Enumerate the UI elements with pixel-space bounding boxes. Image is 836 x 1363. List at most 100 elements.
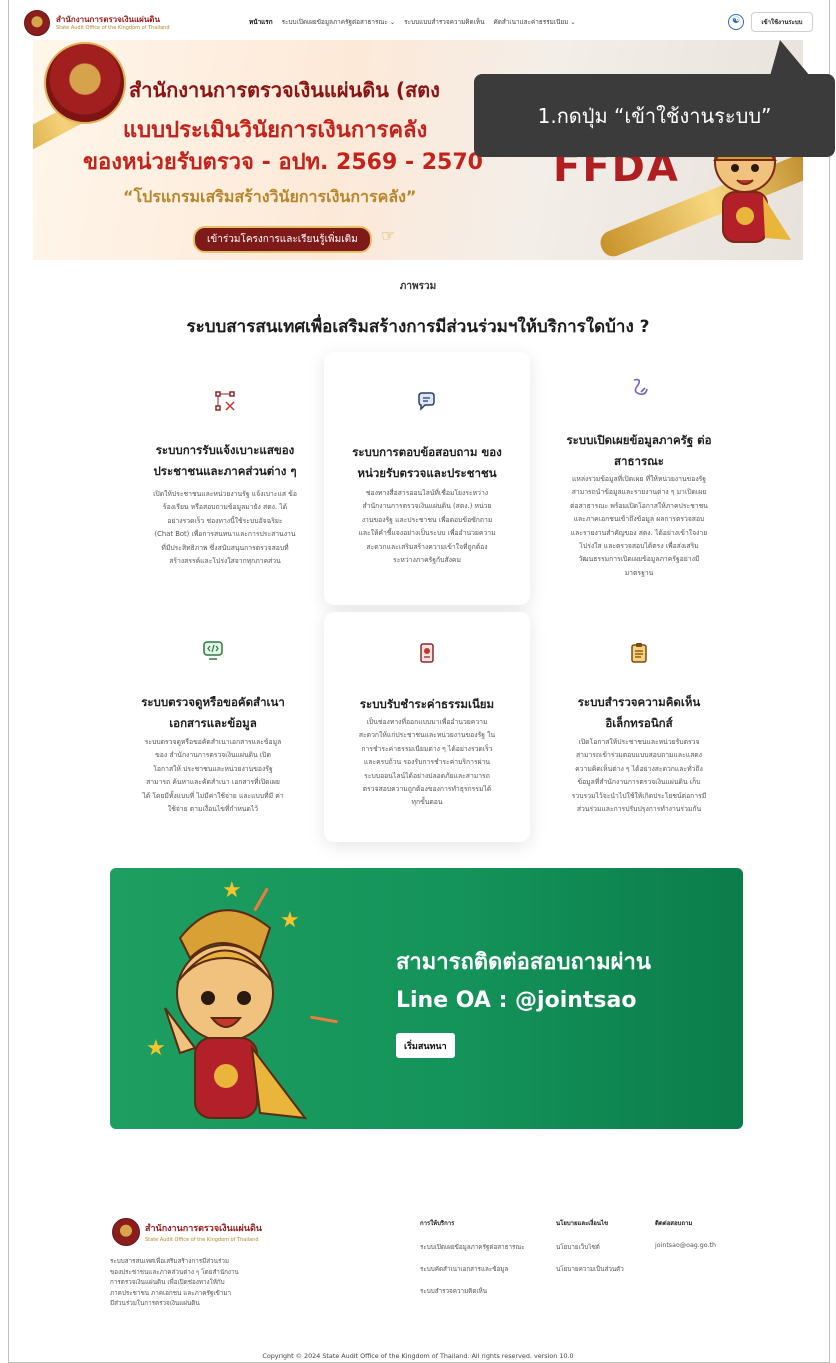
card-desc: ตรวจสอบความถูกต้องของการทำธุรกรรมได้	[362, 785, 492, 794]
accessibility-icon[interactable]: ☯	[728, 14, 744, 30]
banner-title: สำนักงานการตรวจเงินแผ่นดิน (สตง	[129, 78, 440, 102]
card-desc: วัฒนธรรมการเปิดเผยข้อมูลภาครัฐอย่างมี	[578, 555, 700, 564]
footer-logo[interactable]: สำนักงานการตรวจเงินแผ่นดิน State Audit O…	[112, 1218, 262, 1246]
card-desc: ช่องทางสื่อสารออนไลน์ที่เชื่อมโยงระหว่าง	[365, 489, 489, 497]
overview-title: ระบบสารสนเทศเพื่อเสริมสร้างการมีส่วนร่วม…	[186, 317, 650, 337]
logo-title-en: State Audit Office of the Kingdom of Tha…	[56, 24, 170, 31]
link-icon	[633, 378, 648, 395]
footer-policies: นโยบายและเงื่อนไข นโยบายเว็บไซต์ นโยบายค…	[556, 1218, 624, 1286]
footer-link-survey[interactable]: ระบบสำรวจความคิดเห็น	[420, 1286, 525, 1296]
card-title: ระบบเปิดเผยข้อมูลภาครัฐ ต่อ	[566, 433, 712, 447]
footer-desc-line: ระบบสารสนเทศเพื่อเสริมสร้างการมีส่วนร่วม	[110, 1258, 230, 1265]
footer-desc-line: ภาคประชาชน ภาคเอกชน และภาครัฐเข้ามา	[110, 1289, 232, 1297]
seal-icon	[112, 1218, 140, 1246]
banner-heading: แบบประเมินวินัยการเงินการคลัง	[123, 118, 428, 143]
card-desc: สร้างสรรค์และโปร่งใสจากทุกภาคส่วน	[169, 557, 281, 566]
card-desc: การชำระค่าธรรมเนียมต่าง ๆ ได้อย่างรวดเร็…	[361, 744, 493, 753]
footer-link-privacy-policy[interactable]: นโยบายความเป็นส่วนตัว	[556, 1264, 624, 1274]
card-desc: รวบรวมไว้จะนำไปใช้ให้เกิดประโยชน์ต่อการม…	[571, 791, 707, 800]
line-oa-title-line1: สามารถติดต่อสอบถามผ่าน	[396, 950, 651, 975]
card-title: ระบบตรวจดูหรือขอคัดสำเนา	[141, 695, 285, 709]
start-chat-button[interactable]: เริ่มสนทนา	[396, 1033, 455, 1058]
footer-link-copy-docs[interactable]: ระบบคัดสำเนาเอกสารและข้อมูล	[420, 1264, 525, 1274]
login-button[interactable]: เข้าใช้งานระบบ	[751, 12, 813, 32]
card-desc: ข้อมูลที่สำนักงานการตรวจเงินแผ่นดิน เก็บ	[577, 778, 701, 787]
card-desc: อย่างรวดเร็ว ช่องทางนี้ใช้ระบบอัจฉริยะ	[167, 516, 283, 525]
footer-desc-line: มีส่วนร่วมในการตรวจเงินแผ่นดิน	[110, 1300, 200, 1307]
footer-policy-heading: นโยบายและเงื่อนไข	[556, 1220, 609, 1227]
service-card-survey[interactable]: ระบบสำรวจความคิดเห็น อิเล็กทรอนิกส์ เปิด…	[536, 630, 742, 830]
banner-heading-2: ของหน่วยรับตรวจ - อปท. 2569 - 2570	[83, 150, 483, 175]
line-oa-title: สามารถติดต่อสอบถามผ่าน Line OA : @joints…	[396, 944, 651, 1020]
banner-subtitle: “โปรแกรมเสริมสร้างวินัยการเงินการคลัง”	[123, 187, 417, 206]
footer-link-open-data[interactable]: ระบบเปิดเผยข้อมูลภาครัฐต่อสาธารณะ	[420, 1242, 525, 1252]
service-card-open-data[interactable]: ระบบเปิดเผยข้อมูลภาครัฐ ต่อ สาธารณะ แหล่…	[536, 360, 742, 610]
card-desc: และภาคเอกชนเข้าถึงข้อมูล ผลการตรวจสอบ	[573, 515, 705, 524]
overview-label: ภาพรวม	[399, 281, 437, 292]
nav-open-data[interactable]: ระบบเปิดเผยข้อมูลภาครัฐต่อสาธารณะ ⌄	[282, 17, 396, 27]
card-desc: ของ สำนักงานการตรวจเงินแผ่นดิน เปิด	[155, 751, 271, 760]
chat-icon	[418, 392, 435, 411]
nav-copy-fee[interactable]: คัดสำเนาและค่าธรรมเนียม ⌄	[493, 17, 575, 27]
banner-join-button[interactable]: เข้าร่วมโครงการและเรียนรู้เพิ่มเติม	[193, 226, 372, 253]
card-title: ประชาชนและภาคส่วนต่าง ๆ	[153, 464, 297, 478]
footer-contact: ติดต่อสอบถาม jointsao@oag.go.th	[655, 1218, 716, 1261]
mascot-image	[164, 909, 308, 1120]
main-nav: หน้าแรก ระบบเปิดเผยข้อมูลภาครัฐต่อสาธารณ…	[249, 17, 576, 27]
seal-icon	[24, 10, 50, 36]
card-desc: สามารถเข้าร่วมตอบแบบสอบถามและแสดง	[576, 751, 702, 760]
clipboard-icon	[631, 643, 647, 663]
pointer-hand-icon: ☞	[381, 226, 396, 245]
footer-logo-en: State Audit Office of the Kingdom of Tha…	[145, 1237, 259, 1243]
footer-description: ระบบสารสนเทศเพื่อเสริมสร้างการมีส่วนร่วม…	[110, 1257, 270, 1310]
site-logo[interactable]: สำนักงานการตรวจเงินแผ่นดิน State Audit O…	[24, 10, 170, 36]
card-desc: ร้องเรียน หรือสอบถามข้อมูลมายัง สตง. ได้	[162, 503, 288, 512]
banner-seal-icon	[44, 42, 126, 124]
card-desc: สะดวกและเสริมสร้างความเข้าใจที่ถูกต้อง	[366, 542, 488, 551]
card-desc: และครบถ้วน รองรับการชำระค่าบริการผ่าน	[363, 758, 491, 767]
service-card-payment[interactable]: ระบบรับชำระค่าธรรมเนียม เป็นช่องทางที่ออ…	[324, 612, 530, 842]
logo-title-th: สำนักงานการตรวจเงินแผ่นดิน	[56, 14, 160, 24]
card-desc: เปิดโอกาสให้ประชาชนและหน่วยรับตรวจ	[578, 738, 700, 746]
card-title: ระบบการรับแจ้งเบาะแสของ	[155, 443, 295, 457]
card-desc: ส่วนร่วมและการปรับปรุงการทำงานร่วมกัน	[576, 805, 702, 814]
service-card-inquiry[interactable]: ระบบการตอบข้อสอบถาม ของ หน่วยรับตรวจและป…	[324, 352, 530, 605]
card-title: ระบบการตอบข้อสอบถาม ของ	[352, 445, 502, 459]
footer-desc-line: ของประชาชนและภาคส่วนต่าง ๆ โดยสำนักงาน	[110, 1268, 239, 1276]
card-desc: ใช้จ่าย ตามเงื่อนไขที่กำหนดไว้	[167, 805, 259, 814]
service-card-copy-docs[interactable]: ระบบตรวจดูหรือขอคัดสำเนา เอกสารและข้อมูล…	[110, 630, 316, 830]
footer-contact-email[interactable]: jointsao@oag.go.th	[655, 1242, 716, 1249]
card-desc: โอกาสให้ ประชาชนและหน่วยงานของรัฐ	[153, 764, 273, 773]
code-monitor-icon	[203, 641, 223, 660]
instruction-tooltip: 1.กดปุ่ม “เข้าใช้งานระบบ”	[474, 74, 835, 157]
card-desc: ระบบตรวจดูหรือขอคัดสำเนาเอกสารและข้อมูล	[144, 738, 282, 746]
footer-contact-heading: ติดต่อสอบถาม	[655, 1220, 693, 1227]
report-icon	[215, 391, 235, 411]
card-desc: ต่อสาธารณะ พร้อมเปิดโอกาสให้ภาคประชาชน	[570, 501, 708, 510]
copyright-text: Copyright © 2024 State Audit Office of t…	[262, 1352, 574, 1360]
card-title: อิเล็กทรอนิกส์	[605, 716, 673, 730]
card-desc: เปิดให้ประชาชนและหน่วยงานรัฐ แจ้งเบาะแส …	[153, 490, 297, 498]
service-card-whistleblow[interactable]: ระบบการรับแจ้งเบาะแสของ ประชาชนและภาคส่ว…	[122, 360, 328, 600]
card-desc: ที่มีประสิทธิภาพ ซึ่งสนับสนุนการตรวจสอบท…	[161, 543, 289, 552]
footer-desc-line: การตรวจเงินแผ่นดิน เพื่อเปิดช่องทางให้กั…	[110, 1279, 225, 1286]
nav-home[interactable]: หน้าแรก	[249, 17, 273, 27]
card-title: หน่วยรับตรวจและประชาชน	[357, 466, 497, 480]
card-desc: เป็นช่องทางที่ออกแบบมาเพื่ออำนวยความ	[366, 718, 488, 726]
card-title: เอกสารและข้อมูล	[169, 716, 257, 730]
footer-services: การให้บริการ ระบบเปิดเผยข้อมูลภาครัฐต่อส…	[420, 1218, 525, 1308]
nav-survey[interactable]: ระบบแบบสำรวจความคิดเห็น	[404, 17, 484, 27]
card-desc: ได้ โดยมีทั้งแบบที่ ไม่มีค่าใช้จ่าย และแ…	[142, 791, 284, 800]
card-desc: ความคิดเห็นต่าง ๆ ได้อย่างสะดวกและทั่วถึ…	[575, 764, 703, 773]
card-desc: ระหว่างภาครัฐกับสังคม	[393, 556, 461, 565]
card-desc: ระบบออนไลน์ได้อย่างปลอดภัยและสามารถ	[364, 771, 490, 780]
card-title: ระบบสำรวจความคิดเห็น	[577, 695, 701, 709]
footer-link-website-policy[interactable]: นโยบายเว็บไซต์	[556, 1242, 624, 1252]
footer-services-heading: การให้บริการ	[420, 1220, 455, 1227]
card-desc: และให้คำชี้แจงอย่างเป็นระบบ เพื่ออำนวยคว…	[358, 529, 496, 538]
card-desc: (Chat Bot) เพื่อการสนทนาและการประสานงาน	[154, 530, 296, 539]
card-desc: สามารถ ค้นหาและคัดสำเนา เอกสารที่เปิดเผย	[146, 778, 280, 787]
card-desc: ทุกขั้นตอน	[411, 798, 443, 807]
card-desc: และรายงานสำคัญของ สตง. ได้อย่างเข้าใจง่า…	[570, 528, 708, 537]
card-desc: สะดวกให้แก่ประชาชนและหน่วยงานของรัฐ ใน	[358, 731, 496, 740]
